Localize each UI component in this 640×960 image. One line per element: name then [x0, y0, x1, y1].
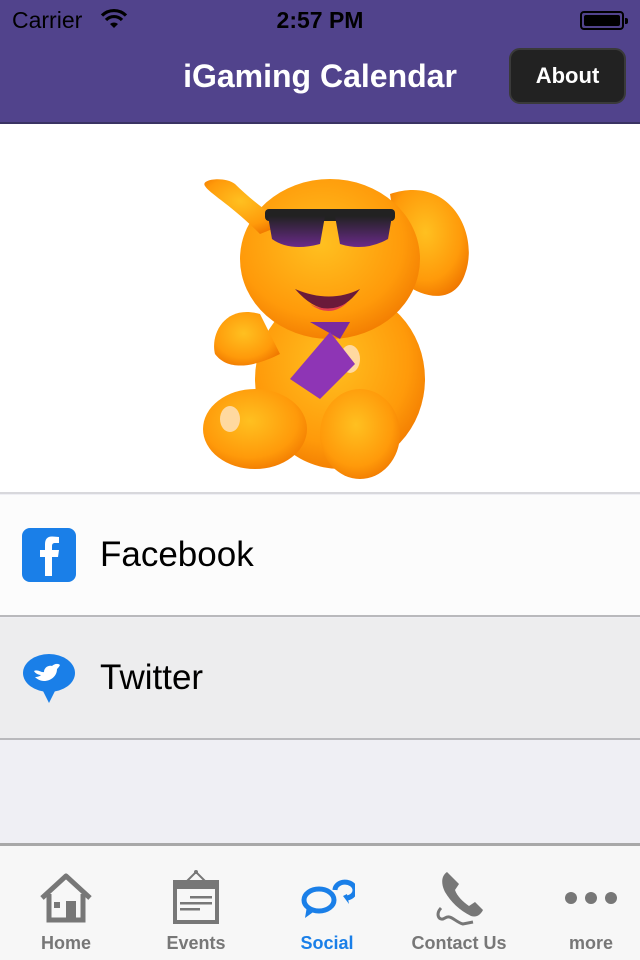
- tab-label: Social: [300, 933, 354, 953]
- tab-label: more: [568, 933, 613, 953]
- twitter-link-row[interactable]: Twitter: [0, 618, 640, 740]
- facebook-icon: [22, 528, 76, 582]
- tab-contact-us[interactable]: Contact Us: [395, 846, 523, 960]
- tab-social[interactable]: Social: [263, 846, 391, 960]
- navigation-header: Carrier 2:57 PM iGaming Calendar About: [0, 0, 640, 124]
- home-icon: [40, 873, 92, 923]
- facebook-label: Facebook: [100, 535, 254, 574]
- facebook-link-row[interactable]: Facebook: [0, 495, 640, 617]
- tab-home[interactable]: Home: [2, 846, 130, 960]
- calendar-icon: [173, 870, 219, 924]
- status-bar: Carrier 2:57 PM: [0, 0, 640, 40]
- elephant-mascot-image: [203, 179, 469, 479]
- battery-full-icon: [580, 11, 628, 30]
- twitter-bird-bubble-icon: [23, 654, 75, 703]
- about-button[interactable]: About: [509, 48, 626, 104]
- tab-bar: Home Events Social Contact Us more: [0, 843, 640, 960]
- hero-banner: [0, 124, 640, 494]
- tab-more[interactable]: more: [527, 846, 640, 960]
- phone-icon: [436, 872, 483, 926]
- status-time: 2:57 PM: [276, 7, 364, 33]
- tab-label: Home: [40, 933, 91, 953]
- app-screen: Carrier 2:57 PM iGaming Calendar About F…: [0, 0, 640, 960]
- chat-bubbles-icon: [301, 879, 355, 918]
- tab-label: Events: [166, 933, 226, 953]
- more-dots-icon: [565, 892, 617, 904]
- tab-events[interactable]: Events: [132, 846, 260, 960]
- twitter-label: Twitter: [100, 658, 204, 697]
- tab-label: Contact Us: [411, 933, 507, 953]
